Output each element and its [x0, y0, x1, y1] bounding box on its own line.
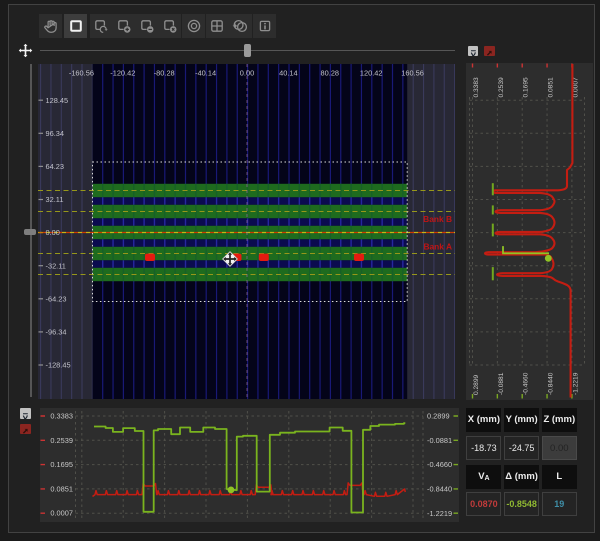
svg-text:0.00: 0.00 — [240, 69, 254, 78]
svg-text:96.34: 96.34 — [46, 129, 65, 138]
svg-text:-120.42: -120.42 — [110, 69, 135, 78]
svg-text:Bank A: Bank A — [423, 242, 452, 252]
svg-text:-96.34: -96.34 — [46, 328, 67, 337]
svg-text:0.3383: 0.3383 — [473, 77, 480, 98]
svg-text:0.0007: 0.0007 — [50, 509, 73, 518]
svg-text:-0.4660: -0.4660 — [523, 372, 530, 395]
svg-text:128.45: 128.45 — [46, 96, 69, 105]
svg-text:0.2899: 0.2899 — [473, 374, 480, 395]
svg-text:-128.45: -128.45 — [46, 361, 71, 370]
svg-text:-0.8440: -0.8440 — [427, 485, 452, 494]
svg-text:-160.56: -160.56 — [69, 69, 94, 78]
svg-text:-1.2219: -1.2219 — [427, 509, 452, 518]
svg-text:0.1695: 0.1695 — [523, 77, 530, 98]
svg-text:-32.11: -32.11 — [46, 261, 66, 270]
svg-text:-80.28: -80.28 — [154, 69, 175, 78]
svg-text:64.23: 64.23 — [46, 162, 65, 171]
svg-text:0.0851: 0.0851 — [50, 484, 73, 493]
svg-text:0.2539: 0.2539 — [498, 77, 505, 98]
svg-text:32.11: 32.11 — [46, 195, 64, 204]
svg-text:-0.0881: -0.0881 — [427, 436, 452, 445]
svg-text:-0.4660: -0.4660 — [427, 460, 452, 469]
svg-text:0.1695: 0.1695 — [50, 460, 73, 469]
svg-text:80.28: 80.28 — [321, 69, 340, 78]
svg-text:0.3383: 0.3383 — [50, 412, 73, 421]
svg-text:-1.2219: -1.2219 — [572, 372, 579, 395]
svg-text:0.0007: 0.0007 — [572, 77, 579, 98]
svg-text:-0.8440: -0.8440 — [548, 372, 555, 395]
svg-text:Bank B: Bank B — [423, 214, 452, 224]
svg-text:0.2539: 0.2539 — [50, 436, 73, 445]
svg-text:-40.14: -40.14 — [195, 69, 216, 78]
svg-text:40.14: 40.14 — [279, 69, 298, 78]
svg-text:0.00: 0.00 — [46, 228, 60, 237]
svg-text:-0.0881: -0.0881 — [498, 372, 505, 395]
svg-text:-64.23: -64.23 — [46, 294, 67, 303]
svg-text:0.0851: 0.0851 — [548, 77, 555, 98]
svg-text:160.56: 160.56 — [401, 69, 424, 78]
svg-text:120.42: 120.42 — [360, 69, 383, 78]
svg-text:0.2899: 0.2899 — [427, 412, 450, 421]
